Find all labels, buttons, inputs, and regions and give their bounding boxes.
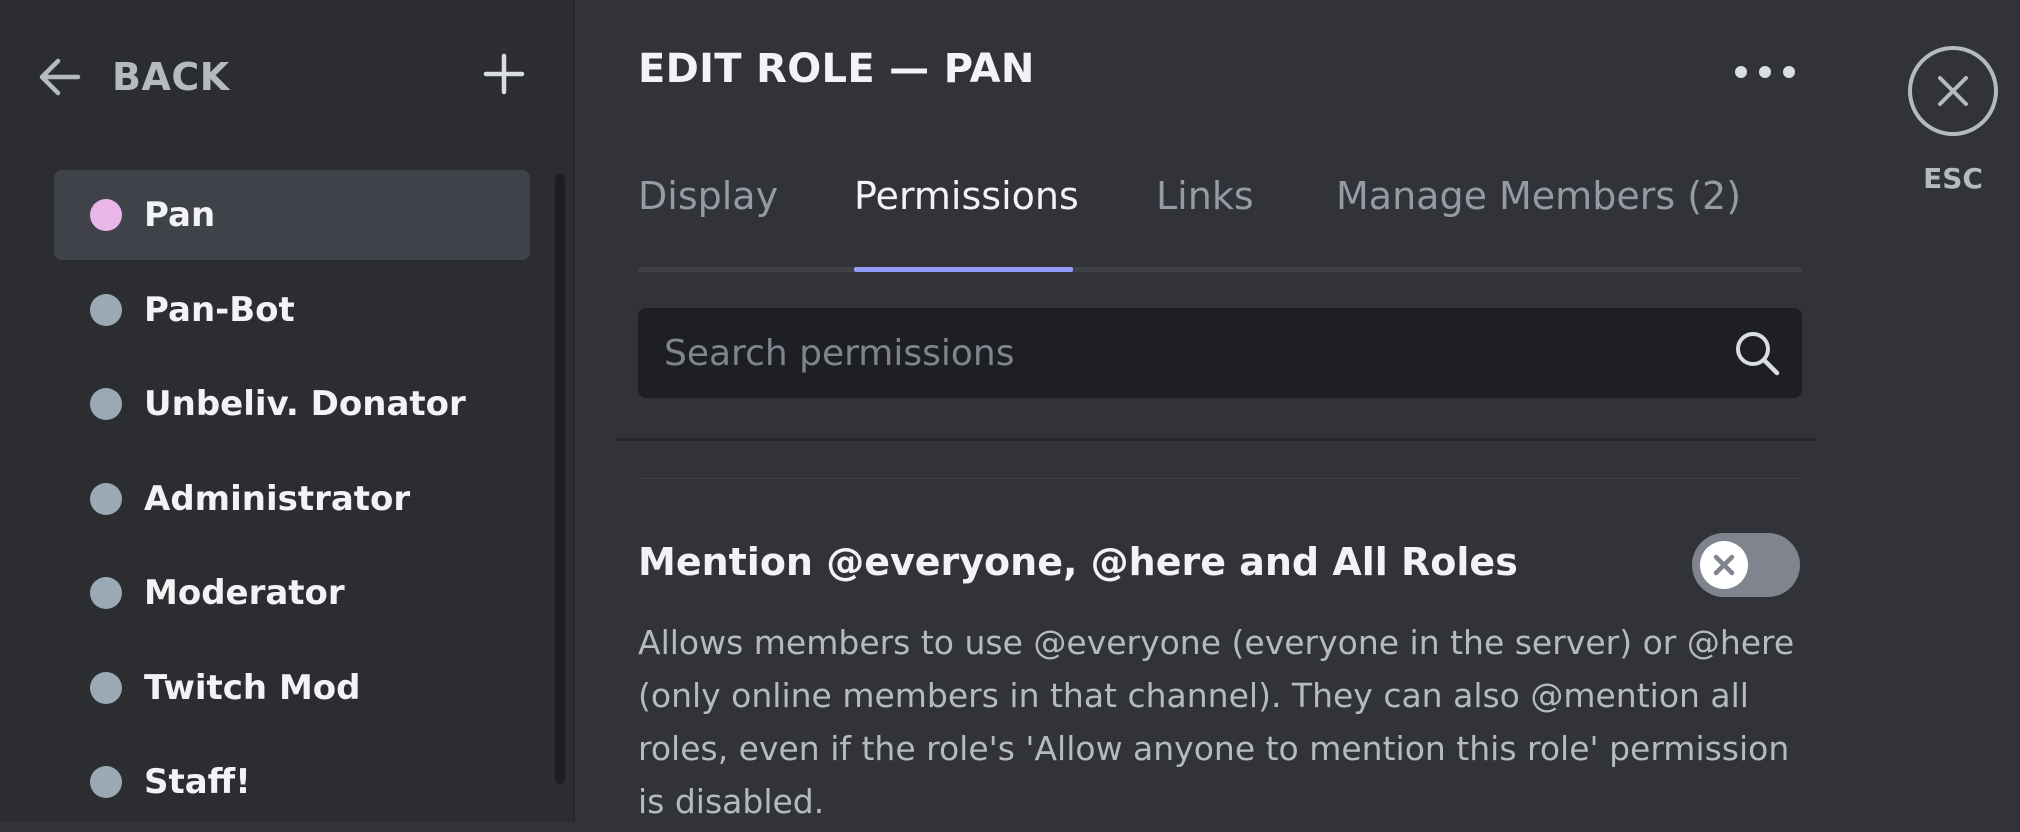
role-sidebar: BACK Pan Pan-Bot Unbeliv. Donator Admini… — [0, 0, 573, 822]
tab-links[interactable]: Links — [1156, 174, 1254, 218]
role-name: Twitch Mod — [144, 667, 361, 708]
role-item-staff[interactable]: Staff! — [54, 737, 530, 827]
close-button[interactable] — [1908, 46, 1998, 136]
ellipsis-icon — [1759, 66, 1771, 78]
permission-toggle[interactable] — [1692, 533, 1800, 597]
role-list: Pan Pan-Bot Unbeliv. Donator Administrat… — [54, 170, 530, 832]
role-color-dot — [90, 482, 122, 515]
permission-description: Allows members to use @everyone (everyon… — [638, 623, 1795, 821]
back-label: BACK — [112, 55, 230, 99]
role-name: Pan — [144, 195, 216, 235]
permission-title: Mention @everyone, @here and All Roles — [638, 540, 1518, 584]
role-name: Moderator — [144, 573, 345, 613]
toggle-knob — [1700, 541, 1748, 589]
ellipsis-icon — [1783, 66, 1795, 78]
tab-permissions[interactable]: Permissions — [854, 174, 1079, 218]
tab-manage-members[interactable]: Manage Members (2) — [1336, 174, 1741, 218]
permission-search — [638, 308, 1802, 398]
x-icon — [1713, 554, 1735, 576]
role-color-dot — [90, 671, 122, 704]
close-icon — [1938, 76, 1968, 106]
search-input[interactable] — [638, 312, 1732, 394]
ellipsis-icon — [1735, 66, 1747, 78]
more-options-button[interactable] — [1735, 54, 1795, 90]
tab-bar: Display Permissions Links Manage Members… — [638, 160, 1802, 272]
role-item-twitch-mod[interactable]: Twitch Mod — [54, 643, 530, 733]
role-color-dot — [90, 766, 122, 798]
role-color-dot — [90, 293, 122, 326]
add-role-button[interactable] — [480, 50, 528, 98]
role-item-unbeliv-donator[interactable]: Unbeliv. Donator — [54, 359, 530, 449]
plus-icon — [483, 53, 525, 95]
active-tab-indicator — [854, 267, 1073, 272]
esc-label: ESC — [1923, 162, 1983, 195]
role-name: Pan-Bot — [144, 289, 295, 330]
role-list-scrollbar[interactable] — [555, 174, 565, 784]
role-color-dot — [90, 388, 122, 420]
tab-display[interactable]: Display — [638, 174, 778, 218]
header-divider — [616, 438, 1816, 441]
role-item-administrator[interactable]: Administrator — [54, 454, 530, 544]
section-divider — [638, 478, 1802, 479]
role-name: Staff! — [144, 762, 251, 802]
page-title: EDIT ROLE — PAN — [638, 46, 1035, 92]
tab-bar-line — [638, 267, 1802, 272]
search-icon — [1736, 332, 1780, 376]
role-item-pan-bot[interactable]: Pan-Bot — [54, 265, 530, 355]
role-name: Administrator — [144, 478, 411, 519]
role-color-dot — [90, 199, 122, 231]
role-item-moderator[interactable]: Moderator — [54, 548, 530, 638]
back-button[interactable]: BACK — [38, 52, 230, 102]
role-name: Unbeliv. Donator — [144, 384, 466, 424]
role-item-pan[interactable]: Pan — [54, 170, 530, 260]
role-color-dot — [90, 577, 122, 609]
edit-role-panel: EDIT ROLE — PAN Display Permissions Link… — [575, 0, 2020, 822]
arrow-left-icon — [39, 58, 81, 96]
